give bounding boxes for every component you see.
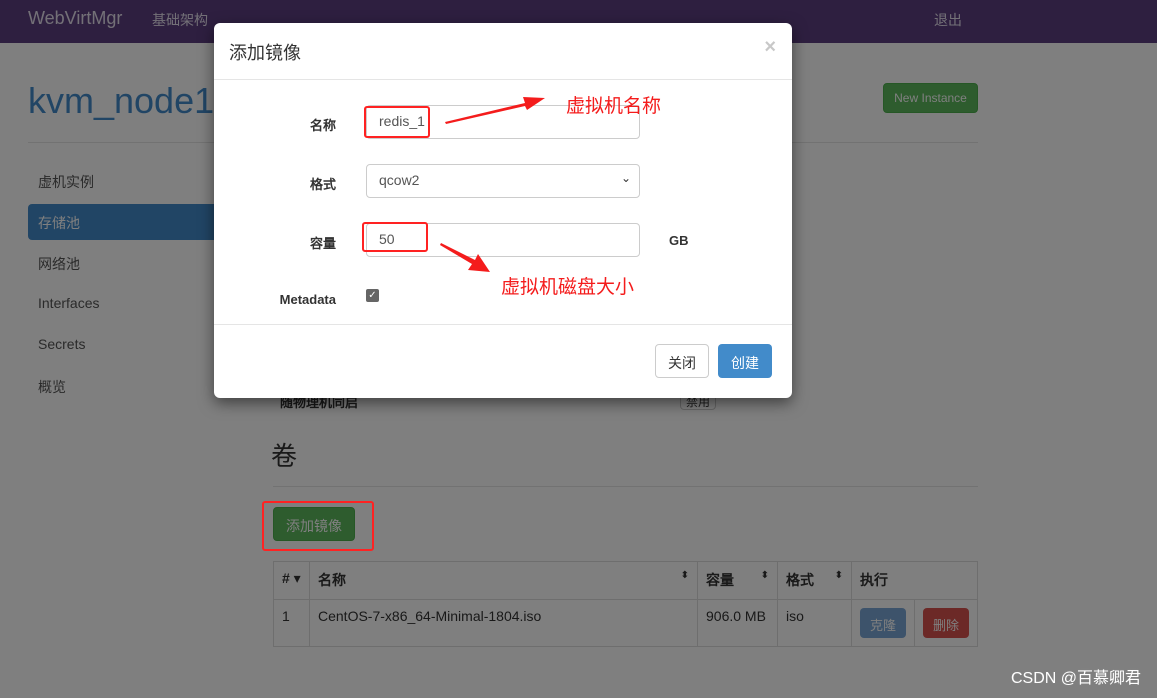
annotation-size: 虚拟机磁盘大小 <box>501 277 635 298</box>
arrow-icon <box>445 97 545 124</box>
arrow-icon <box>440 243 490 272</box>
watermark: CSDN @百慕卿君 <box>1010 670 1141 687</box>
annotation-name: 虚拟机名称 <box>566 96 662 117</box>
